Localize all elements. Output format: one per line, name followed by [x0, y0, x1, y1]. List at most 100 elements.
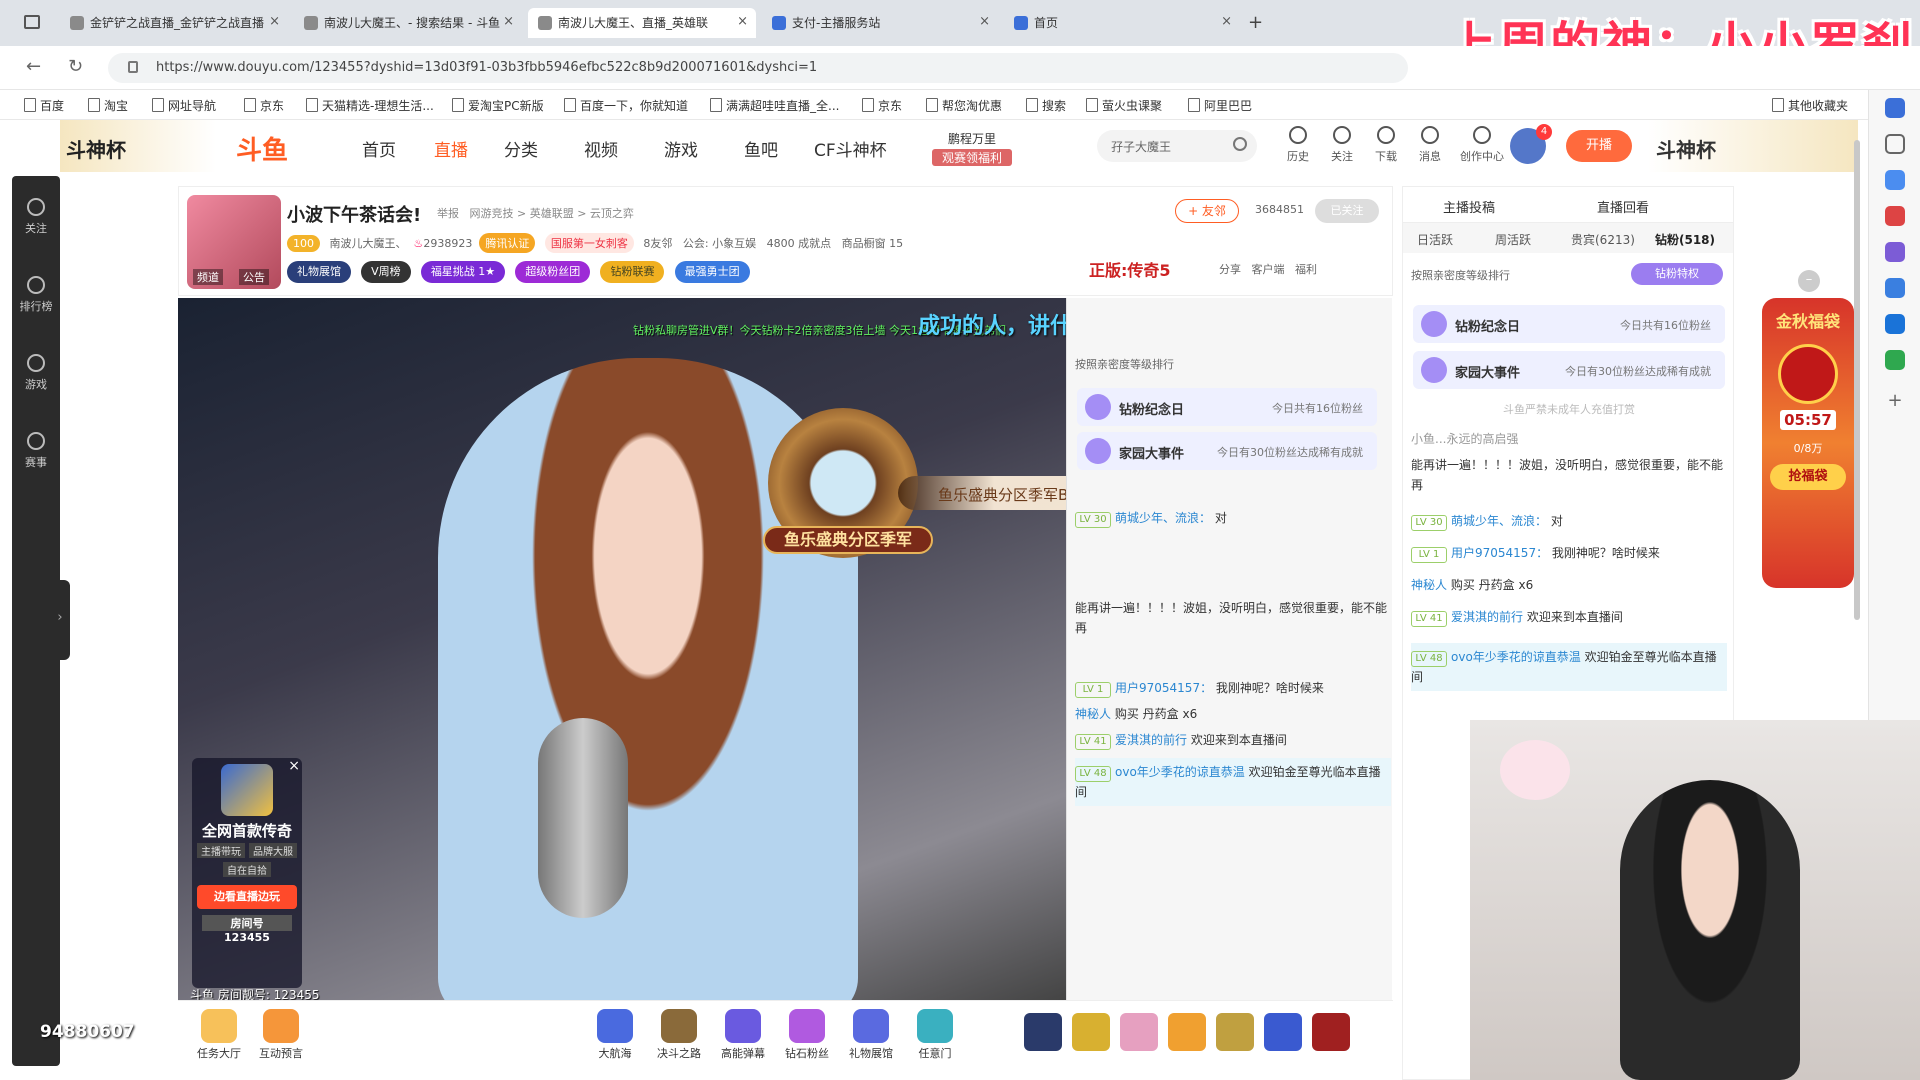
close-icon[interactable]: × — [288, 758, 300, 774]
diamond-fans-button[interactable]: 钻石粉丝 — [780, 1009, 834, 1061]
chat-username[interactable]: 用户97054157： — [1115, 681, 1212, 695]
high-energy-button[interactable]: 高能弹幕 — [716, 1009, 770, 1061]
ad-banner[interactable]: 正版:传奇5 — [1089, 257, 1171, 281]
bookmark-item[interactable]: 网址导航 — [152, 97, 216, 114]
page-scrollbar[interactable] — [1854, 140, 1860, 620]
streamer-avatar[interactable]: 频道 公告 — [187, 195, 281, 289]
streamer-name[interactable]: 南波儿大魔王、 — [330, 237, 407, 250]
chat-username[interactable]: 小鱼...永远的高启强 — [1411, 432, 1518, 446]
home-event-card[interactable]: 家园大事件 今日有30位粉丝达成稀有成就 — [1077, 432, 1377, 470]
chat-username[interactable]: ovo年少季花的谅直恭温 — [1115, 765, 1245, 779]
award-banner[interactable]: 鱼乐盛典分区季军BLUE 开播了！点击围观吧！ — [898, 476, 1066, 510]
gift-item[interactable] — [1264, 1013, 1302, 1051]
chat-username[interactable]: 爱淇淇的前行 — [1115, 733, 1187, 747]
chat-username[interactable]: 神秘人 — [1075, 707, 1111, 721]
avatar-channel-label[interactable]: 频道 — [193, 269, 223, 285]
tab-close-icon[interactable]: × — [737, 14, 748, 29]
bell-icon[interactable] — [1885, 98, 1905, 118]
add-friend-button[interactable]: + 友邻 — [1175, 199, 1239, 223]
bookmark-item[interactable]: 京东 — [244, 97, 284, 114]
gift-item[interactable] — [1312, 1013, 1350, 1051]
tab-close-icon[interactable]: × — [979, 14, 990, 29]
lucky-bag-widget[interactable]: 金秋福袋 05:57 0/8万 抢福袋 — [1762, 298, 1854, 588]
chat-username[interactable]: 神秘人 — [1411, 578, 1447, 592]
client-button[interactable]: 客户端 — [1252, 263, 1285, 276]
bookmark-item[interactable]: 百度 — [24, 97, 64, 114]
toolbox-icon[interactable] — [1885, 206, 1905, 226]
replay-link[interactable]: 直播回看 — [1597, 197, 1649, 216]
home-event-card[interactable]: 家园大事件 今日有30位粉丝达成稀有成就 — [1413, 351, 1725, 389]
bookmark-item[interactable]: 淘宝 — [88, 97, 128, 114]
achievement-points[interactable]: 4800 成就点 — [767, 237, 832, 250]
tab-close-icon[interactable]: × — [503, 14, 514, 29]
tag-lucky-star[interactable]: 福星挑战 1★ — [420, 261, 506, 283]
avatar[interactable]: 4 — [1510, 124, 1552, 164]
follow-button[interactable]: 关注 — [1322, 126, 1362, 164]
outlook-icon[interactable] — [1885, 314, 1905, 334]
nav-category[interactable]: 分类 — [504, 136, 538, 161]
gift-item[interactable] — [1216, 1013, 1254, 1051]
sidebar-item-games[interactable]: 游戏 — [12, 354, 60, 392]
gift-item[interactable] — [1072, 1013, 1110, 1051]
rank-tag[interactable]: 国服第一女刺客 — [544, 233, 634, 253]
friends-count[interactable]: 8友邻 — [643, 237, 672, 250]
video-player[interactable]: 钻粉私聊房管进V群！今天钻粉卡2倍亲密度3倍上墙 今天1鱼翅卡牌子兄弟们 成功的… — [178, 298, 1066, 1000]
add-icon[interactable]: + — [1885, 390, 1905, 411]
minimize-icon[interactable]: – — [1798, 270, 1820, 292]
window-menu-icon[interactable] — [24, 15, 40, 29]
creator-center-button[interactable]: 创作中心 — [1454, 126, 1510, 164]
nav-fishbar[interactable]: 鱼吧 — [744, 136, 778, 161]
search-input[interactable]: 孖子大魔王 — [1097, 130, 1257, 162]
ad-cta-button[interactable]: 边看直播边玩 — [197, 885, 297, 909]
site-logo[interactable]: 斗神杯 斗鱼 — [60, 120, 320, 172]
nav-home[interactable]: 首页 — [362, 136, 396, 161]
bookmark-item[interactable]: 百度一下，你就知道 — [564, 97, 688, 114]
url-field[interactable]: https://www.douyu.com/123455?dyshid=13d0… — [108, 53, 1408, 83]
search-icon[interactable] — [1233, 137, 1247, 151]
browser-tab[interactable]: 金铲铲之战直播_金铲铲之战直播 × — [60, 8, 288, 38]
sidebar-expand-button[interactable]: › — [50, 580, 70, 660]
avatar-notice-label[interactable]: 公告 — [239, 269, 269, 285]
bookmark-item[interactable]: 满满超哇哇直播_全... — [710, 97, 839, 114]
browser-tab[interactable]: 南波儿大魔王、- 搜索结果 - 斗鱼 × — [294, 8, 522, 38]
followed-button[interactable]: 已关注 — [1315, 199, 1379, 223]
messages-button[interactable]: 消息 — [1410, 126, 1450, 164]
privilege-button[interactable]: 钻粉特权 — [1631, 263, 1723, 285]
browser-tab[interactable]: 支付-主播服务站 × — [762, 8, 998, 38]
office-icon[interactable] — [1885, 278, 1905, 298]
nav-live[interactable]: 直播 — [434, 136, 468, 161]
back-icon[interactable]: ← — [26, 56, 41, 77]
benefits-button[interactable]: 福利 — [1295, 263, 1317, 276]
other-bookmarks[interactable]: 其他收藏夹 — [1772, 97, 1848, 114]
history-button[interactable]: 历史 — [1278, 126, 1318, 164]
sidebar-item-events[interactable]: 赛事 — [12, 432, 60, 470]
tag-super-fans[interactable]: 超级粉丝团 — [515, 261, 591, 283]
send-icon[interactable] — [1885, 350, 1905, 370]
chat-username[interactable]: 用户97054157： — [1451, 546, 1548, 560]
bookmark-item[interactable]: 天猫精选-理想生活... — [306, 97, 434, 114]
tab-vip[interactable]: 贵宾(6213) — [1571, 231, 1635, 248]
tag-v-weekly[interactable]: V周榜 — [361, 261, 411, 283]
promo-banner[interactable]: 鹏程万里 观赛领福利 — [932, 130, 1012, 166]
chat-username[interactable]: 萌城少年、流浪： — [1451, 514, 1547, 528]
bookmark-item[interactable]: 爱淘宝PC新版 — [452, 97, 544, 114]
chat-username[interactable]: 爱淇淇的前行 — [1451, 610, 1523, 624]
tab-close-icon[interactable]: × — [269, 14, 280, 29]
browser-tab-active[interactable]: 南波儿大魔王、直播_英雄联 × — [528, 8, 756, 38]
tab-close-icon[interactable]: × — [1221, 14, 1232, 29]
task-hall-button[interactable]: 任务大厅 — [192, 1009, 246, 1061]
fan-anniversary-card[interactable]: 钻粉纪念日 今日共有16位粉丝 — [1413, 305, 1725, 343]
nav-video[interactable]: 视频 — [584, 136, 618, 161]
download-button[interactable]: 下载 — [1366, 126, 1406, 164]
tab-weekly[interactable]: 周活跃 — [1495, 231, 1531, 248]
gift-item[interactable] — [1168, 1013, 1206, 1051]
reload-icon[interactable]: ↻ — [68, 56, 83, 77]
report-link[interactable]: 举报 — [437, 207, 459, 220]
bookmark-item[interactable]: 萤火虫课聚 — [1086, 97, 1162, 114]
open-live-button[interactable]: 开播 — [1566, 130, 1632, 162]
voyage-button[interactable]: 大航海 — [588, 1009, 642, 1061]
tag-icon[interactable] — [1885, 170, 1905, 190]
prediction-button[interactable]: 互动预言 — [254, 1009, 308, 1061]
game-ad[interactable]: × 全网首款传奇 主播带玩 品牌大服 自在自拾 边看直播边玩 房间号 123455 — [192, 758, 302, 988]
tag-gift-hall[interactable]: 礼物展馆 — [287, 261, 351, 283]
